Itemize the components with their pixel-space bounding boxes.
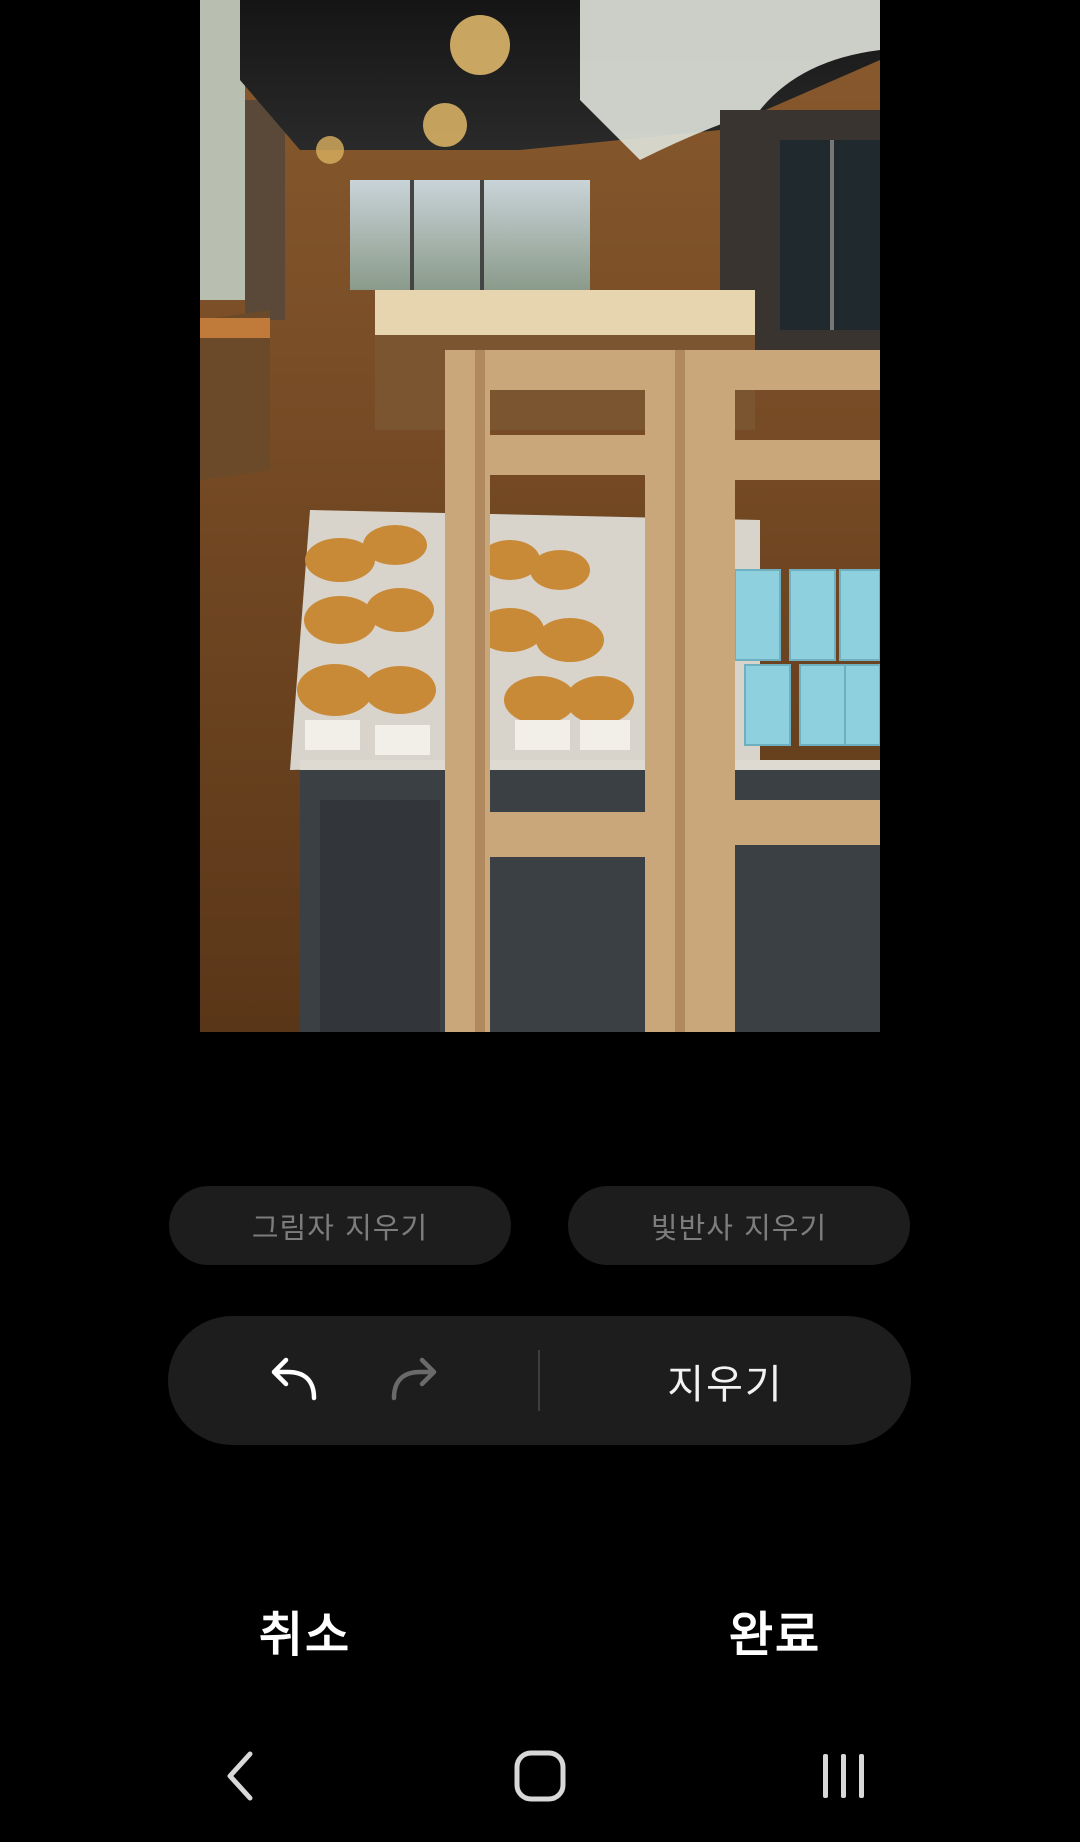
object-eraser-screen: 그림자 지우기 빛반사 지우기 지우기 취소 완료 xyxy=(0,0,1080,1842)
done-label: 완료 xyxy=(728,1607,822,1663)
undo-button[interactable] xyxy=(262,1348,326,1412)
remove-shadow-label: 그림자 지우기 xyxy=(251,1210,429,1245)
remove-reflection-label: 빛반사 지우기 xyxy=(650,1210,828,1245)
erase-label: 지우기 xyxy=(667,1361,784,1408)
edited-photo[interactable] xyxy=(200,0,880,1032)
home-square-icon xyxy=(514,1750,566,1802)
cancel-label: 취소 xyxy=(258,1607,352,1663)
nav-home-button[interactable] xyxy=(500,1740,580,1812)
nav-recent-apps-button[interactable] xyxy=(804,1740,884,1812)
redo-icon xyxy=(391,1357,437,1401)
remove-shadow-button[interactable]: 그림자 지우기 xyxy=(169,1186,511,1265)
recent-apps-icon xyxy=(823,1754,864,1798)
redo-button[interactable] xyxy=(382,1348,446,1412)
remove-reflection-button[interactable]: 빛반사 지우기 xyxy=(568,1186,910,1265)
chevron-left-icon xyxy=(227,1751,253,1801)
cancel-button[interactable]: 취소 xyxy=(175,1590,435,1670)
nav-back-button[interactable] xyxy=(200,1740,280,1812)
erase-button[interactable]: 지우기 xyxy=(540,1316,911,1445)
done-button[interactable]: 완료 xyxy=(645,1590,905,1670)
eraser-toolbar: 지우기 xyxy=(168,1316,911,1445)
undo-icon xyxy=(271,1357,317,1401)
